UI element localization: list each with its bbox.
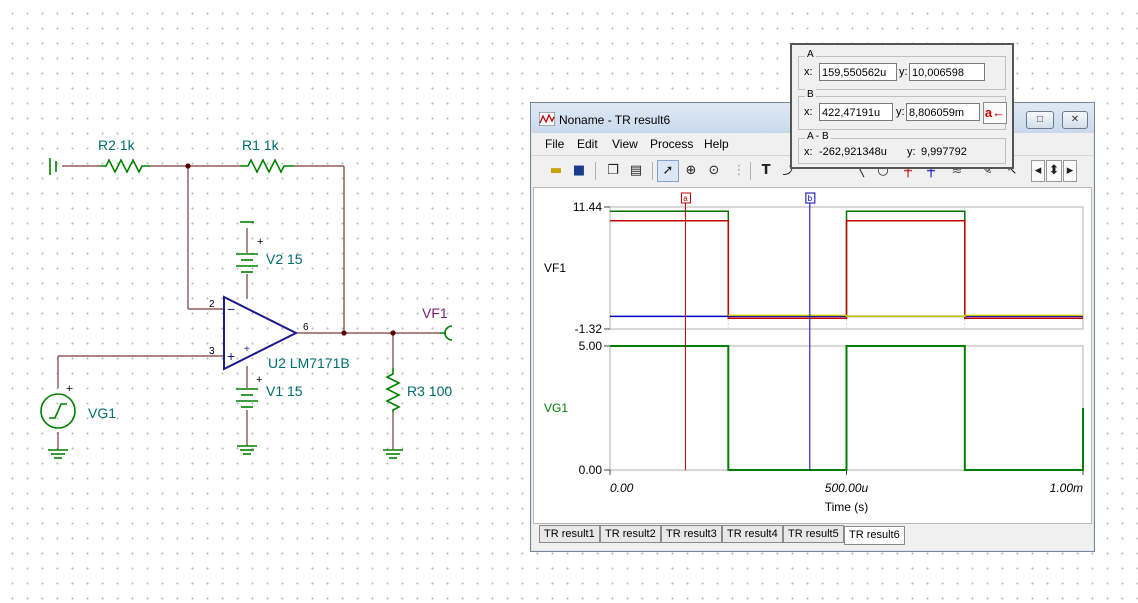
cursor-b-x-label: x:	[804, 106, 813, 118]
open-icon[interactable]: ▬	[545, 160, 567, 182]
v2-label: V2 15	[266, 251, 303, 267]
menu-help[interactable]: Help	[704, 137, 729, 151]
tab-tr-result1[interactable]: TR result1	[539, 525, 600, 543]
tab-tr-result4[interactable]: TR result4	[722, 525, 783, 543]
u2-label: U2 LM7171B	[268, 355, 350, 371]
zoom-100-icon[interactable]: ⊙	[703, 160, 725, 182]
save-icon[interactable]: ■	[568, 160, 590, 182]
junction-dots	[185, 163, 396, 336]
cursor-b-x-field[interactable]: 422,47191u	[819, 103, 893, 121]
swap-cursor-button[interactable]: a←	[983, 102, 1007, 124]
opamp-pin3: 3	[209, 346, 215, 357]
paste-icon[interactable]: ▤	[625, 160, 647, 182]
cursor-diff-y-label: y:	[907, 146, 916, 158]
menu-edit[interactable]: Edit	[577, 137, 598, 151]
app-icon	[539, 112, 555, 126]
cursor-diff-x-label: x:	[804, 146, 813, 158]
cursor-diff-group: A - B x: -262,921348u y: 9,997792	[798, 131, 1006, 164]
cursor-a-y-field[interactable]: 10,006598	[909, 63, 985, 81]
cursor-a-label: a	[683, 194, 688, 203]
plot-area[interactable]: a b 11.44 -1.32 VF1 5.00 0.00 VG1 0.00 500.00u 1.…	[533, 187, 1092, 524]
r2-label: R2 1k	[98, 137, 136, 153]
cursor-b-y-field[interactable]: 8,806059m	[906, 103, 980, 121]
ground-r3[interactable]	[383, 449, 403, 459]
y-axis-label: VG1	[544, 401, 568, 415]
vf1-label: VF1	[422, 305, 448, 321]
schematic-canvas[interactable]: R2 1k R1 1k + V2 15 − + 2 3 6 + U2 LM717…	[0, 0, 540, 603]
cursor-b-y-label: y:	[896, 106, 905, 118]
r3-label: R3 100	[407, 383, 452, 399]
y-axis-label: VF1	[544, 261, 566, 275]
cursor-a-group: A x: 159,550562u y: 10,006598	[798, 49, 1006, 90]
tab-tr-result2[interactable]: TR result2	[600, 525, 661, 543]
r3-resistor[interactable]	[385, 368, 401, 412]
opamp-plus-sign: +	[227, 348, 235, 364]
ground-v1[interactable]	[237, 445, 257, 455]
tab-tr-result6[interactable]: TR result6	[844, 526, 905, 545]
cursor-diff-y-value: 9,997792	[921, 146, 967, 158]
y-tick-label: 0.00	[579, 463, 603, 477]
r1-resistor[interactable]	[240, 158, 294, 174]
tab-tr-result5[interactable]: TR result5	[783, 525, 844, 543]
v1-label: V1 15	[266, 383, 303, 399]
cursor-a-x-field[interactable]: 159,550562u	[819, 63, 897, 81]
r2-resistor[interactable]	[100, 158, 150, 174]
window-title: Noname - TR result6	[559, 113, 671, 127]
toolbar-separator	[750, 162, 751, 180]
menu-view[interactable]: View	[612, 137, 638, 151]
input-terminal[interactable]	[49, 158, 57, 175]
vf1-probe-icon[interactable]	[440, 325, 453, 341]
cursor-a-y-label: y:	[899, 66, 908, 78]
opamp-pin2: 2	[209, 299, 215, 310]
cursor-readout-panel[interactable]: A x: 159,550562u y: 10,006598 B x: 422,4…	[790, 43, 1014, 169]
cursor-diff-x-value: -262,921348u	[819, 146, 887, 158]
toolbar-separator	[595, 162, 596, 180]
v1-plus-sign: +	[256, 374, 262, 386]
scroll-right-icon[interactable]: ▸	[1063, 160, 1077, 182]
pointer-icon[interactable]: ➚	[657, 160, 679, 182]
close-button[interactable]: ✕	[1062, 111, 1088, 129]
zoom-in-icon[interactable]: ⊕	[680, 160, 702, 182]
close-icon: ✕	[1070, 114, 1080, 125]
grid-icon[interactable]: ⋮	[728, 160, 750, 182]
cursor-b-group: B x: 422,47191u y: 8,806059m a←	[798, 89, 1007, 130]
x-axis-label: Time (s)	[825, 500, 869, 514]
maximize-button[interactable]: □	[1026, 111, 1054, 129]
vg1-plus-sign: +	[66, 383, 72, 395]
y-tick-label: -1.32	[575, 322, 603, 336]
scroll-updown-icon[interactable]: ⬍	[1046, 160, 1062, 182]
vg1-generator[interactable]	[40, 393, 76, 429]
chart-frames	[604, 206, 1084, 475]
v2-plus-sign: +	[257, 236, 263, 248]
menu-process[interactable]: Process	[650, 137, 693, 151]
vg1-label: VG1	[88, 405, 116, 421]
v1-battery[interactable]	[236, 388, 258, 408]
x-tick-label: 0.00	[610, 481, 634, 495]
maximize-icon: □	[1036, 114, 1044, 125]
menu-file[interactable]: File	[545, 137, 564, 151]
copy-icon[interactable]: ❐	[602, 160, 624, 182]
y-tick-label: 11.44	[573, 200, 602, 214]
transient-chart[interactable]: a b 11.44 -1.32 VF1 5.00 0.00 VG1 0.00 500.00u 1.…	[534, 188, 1091, 523]
toolbar-separator	[652, 162, 653, 180]
opamp-minus-sign: −	[227, 301, 235, 317]
r1-label: R1 1k	[242, 137, 280, 153]
ground-vg1[interactable]	[48, 449, 68, 459]
x-tick-label: 1.00m	[1050, 481, 1083, 495]
tr-result-window[interactable]: Noname - TR result6 ✕ □ File Edit View P…	[530, 102, 1095, 552]
cursor-a-title: A	[805, 49, 816, 60]
text-tool-icon[interactable]: T	[755, 160, 777, 182]
x-tick-label: 500.00u	[825, 481, 869, 495]
cursor-diff-title: A - B	[805, 131, 831, 142]
scroll-left-icon[interactable]: ◂	[1031, 160, 1045, 182]
cursor-b-label: b	[808, 194, 813, 203]
opamp-vplus-sign: +	[244, 344, 250, 355]
cursor-a-x-label: x:	[804, 66, 813, 78]
y-tick-label: 5.00	[579, 339, 603, 353]
cursor-b-title: B	[805, 89, 816, 100]
tab-tr-result3[interactable]: TR result3	[661, 525, 722, 543]
opamp-pin6: 6	[303, 322, 309, 333]
